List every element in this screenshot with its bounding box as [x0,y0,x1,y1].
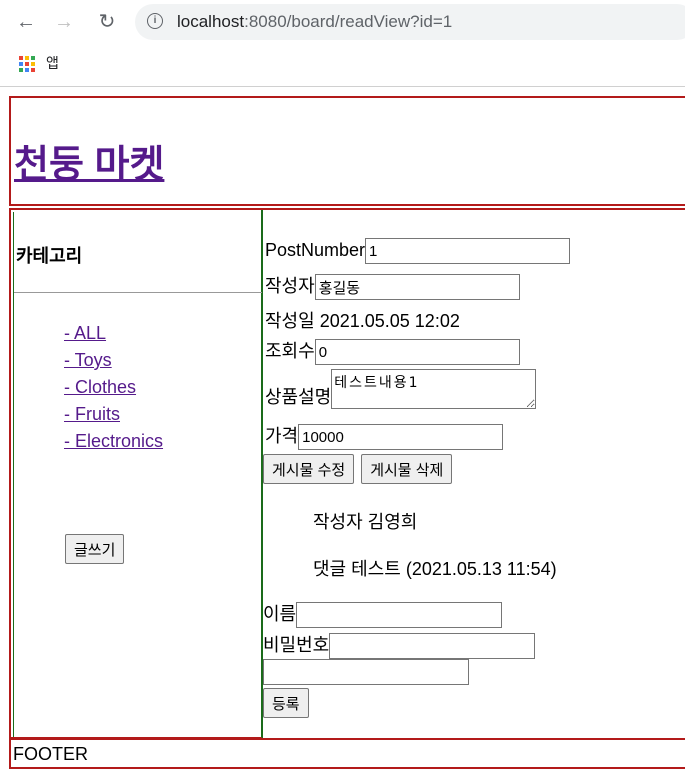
comment-writer: 작성자 김영희 [313,512,418,532]
description-row: 상품설명테스트내용1 [265,369,537,409]
url-path: :8080/board/readView?id=1 [244,12,453,31]
reply-password-row: 비밀번호 [263,631,536,660]
post-number-input[interactable] [365,238,571,264]
description-label: 상품설명 [265,387,332,407]
views-input[interactable] [314,339,520,366]
forward-arrow-icon[interactable]: → [52,10,76,34]
description-textarea[interactable]: 테스트내용1 [331,369,537,409]
date-label: 작성일 [265,311,315,331]
delete-post-button[interactable]: 게시물 삭제 [361,454,453,484]
back-arrow-icon[interactable]: ← [14,10,38,34]
date-row: 작성일 2021.05.05 12:02 [265,307,460,333]
url-text[interactable]: localhost:8080/board/readView?id=1 [177,12,452,32]
reply-submit-row: 등록 [263,688,309,718]
edit-post-button[interactable]: 게시물 수정 [263,454,355,484]
info-icon[interactable]: i [147,13,163,29]
price-row: 가격 [265,422,504,451]
views-row: 조회수 [265,337,520,366]
price-input[interactable] [298,424,504,451]
reply-name-row: 이름 [263,600,503,629]
post-detail: PostNumber 작성자 작성일 2021.05.05 12:02 조회수 … [261,208,685,741]
category-link-fruits[interactable]: - Fruits [64,401,163,428]
sidebar: 카테고리 - ALL - Toys - Clothes - Fruits - E… [9,208,263,739]
page-header: 천둥 마켓 [9,96,685,206]
category-link-toys[interactable]: - Toys [64,347,163,374]
reply-name-label: 이름 [263,604,297,624]
price-label: 가격 [265,426,299,446]
reply-password-label: 비밀번호 [263,635,330,655]
apps-grid-icon[interactable] [19,56,35,72]
post-action-buttons: 게시물 수정 게시물 삭제 [263,454,453,484]
site-title-link[interactable]: 천둥 마켓 [14,133,164,188]
sidebar-inner: 카테고리 - ALL - Toys - Clothes - Fruits - E… [13,212,262,737]
reply-content-input[interactable] [263,659,469,685]
reload-icon[interactable]: ↻ [95,10,119,34]
comment-date: (2021.05.13 11:54) [405,559,557,579]
write-post-button[interactable]: 글쓰기 [65,534,125,564]
category-link-all[interactable]: - ALL [64,320,163,347]
category-link-electronics[interactable]: - Electronics [64,428,163,455]
writer-input[interactable] [314,274,520,301]
reply-content-row [263,659,469,685]
writer-label: 작성자 [265,276,315,296]
reply-submit-button[interactable]: 등록 [263,688,309,718]
views-label: 조회수 [265,341,315,361]
address-bar[interactable]: i localhost:8080/board/readView?id=1 [135,4,685,40]
category-divider [14,292,262,293]
comment-content: 댓글 테스트 (2021.05.13 11:54) [313,555,557,581]
comment-text: 댓글 테스트 [313,559,401,579]
page-footer: FOOTER [9,738,685,769]
category-list: - ALL - Toys - Clothes - Fruits - Electr… [64,320,163,455]
reply-password-input[interactable] [329,633,536,660]
writer-row: 작성자 [265,272,520,301]
url-host: localhost [177,12,245,31]
post-number-label: PostNumber [265,239,366,260]
browser-chrome: ← → ↻ i localhost:8080/board/readView?id… [0,0,685,87]
category-heading: 카테고리 [16,246,83,266]
date-value: 2021.05.05 12:02 [319,311,460,331]
category-link-clothes[interactable]: - Clothes [64,374,163,401]
post-number-row: PostNumber [265,238,571,264]
reply-name-input[interactable] [296,602,503,629]
apps-bookmark-label[interactable]: 앱 [46,53,59,73]
